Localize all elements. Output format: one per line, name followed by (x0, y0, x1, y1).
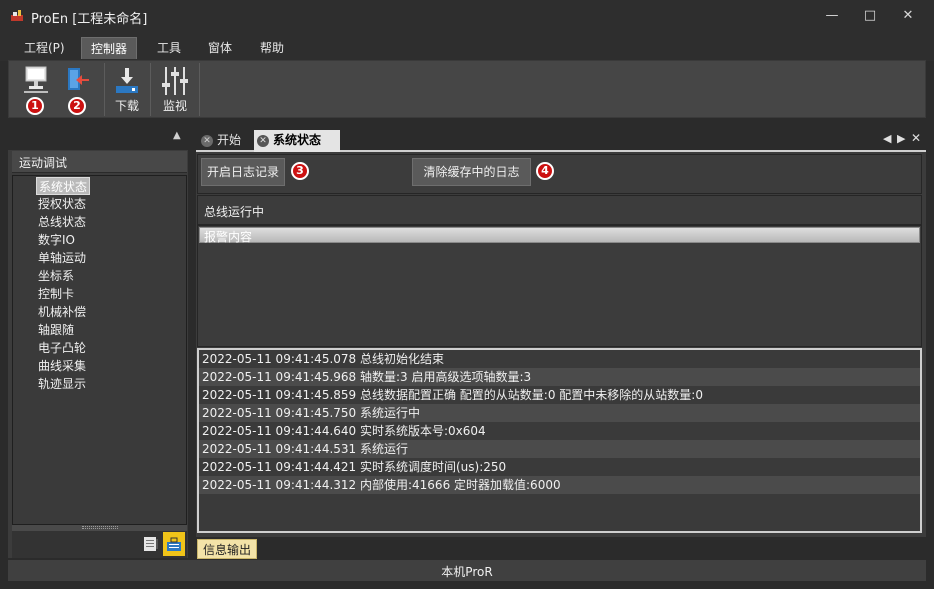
close-icon[interactable]: ✕ (257, 134, 269, 147)
tool-box-icon (167, 537, 181, 551)
log-row[interactable]: 2022-05-11 09:41:45.750 系统运行中 (199, 404, 920, 422)
alarm-column-title: 报警内容 (204, 230, 253, 244)
tree-item-digital-io[interactable]: 数字IO (38, 231, 75, 249)
tree-item-control-card[interactable]: 控制卡 (38, 285, 74, 303)
bus-status-text: 总线运行中 (204, 205, 265, 219)
tree-item-trajectory-display[interactable]: 轨迹显示 (38, 375, 86, 393)
tab-start-label: 开始 (217, 133, 242, 147)
tab-scroll-left-icon[interactable]: ◀ (883, 132, 891, 145)
tree-item-bus-status[interactable]: 总线状态 (38, 213, 86, 231)
alarm-list (197, 225, 922, 347)
start-log-button[interactable]: 开启日志记录 (201, 158, 285, 186)
tree-item-single-axis[interactable]: 单轴运动 (38, 249, 86, 267)
menu-bar (0, 32, 934, 61)
app-logo-icon (11, 10, 23, 21)
download-icon (116, 68, 138, 93)
tree-item-coordinate-system[interactable]: 坐标系 (38, 267, 74, 285)
ribbon-separator (150, 63, 151, 116)
document-view-icon[interactable] (143, 536, 159, 552)
badge-2: 2 (68, 97, 86, 115)
menu-window[interactable]: 窗体 (199, 37, 241, 59)
log-row[interactable]: 2022-05-11 09:41:44.531 系统运行 (199, 440, 920, 458)
download-label: 下载 (114, 99, 139, 113)
close-icon[interactable]: ✕ (899, 8, 917, 24)
log-row[interactable]: 2022-05-11 09:41:45.968 轴数量:3 启用高级选项轴数量:… (199, 368, 920, 386)
tree-item-license-status[interactable]: 授权状态 (38, 195, 86, 213)
active-view-toggle[interactable] (163, 532, 185, 556)
clear-log-button[interactable]: 清除缓存中的日志 (412, 158, 531, 186)
splitter-grip (82, 526, 118, 529)
close-icon[interactable]: ✕ (201, 134, 213, 147)
tab-start[interactable]: ✕ 开始 (198, 130, 252, 152)
close-all-tabs-icon[interactable]: ✕ (911, 131, 921, 145)
tab-info-output[interactable]: 信息输出 (197, 539, 258, 559)
menu-controller[interactable]: 控制器 (81, 37, 138, 59)
pin-icon[interactable]: ▲ (173, 130, 181, 141)
monitor-sliders-icon (162, 67, 188, 95)
tab-system-status[interactable]: ✕ 系统状态 (254, 130, 340, 152)
download-button[interactable]: 下载 (106, 63, 148, 117)
tree-item-electronic-cam[interactable]: 电子凸轮 (38, 339, 86, 357)
log-row[interactable]: 2022-05-11 09:41:45.859 总线数据配置正确 配置的从站数量… (199, 386, 920, 404)
minimize-icon[interactable]: — (823, 8, 841, 24)
ribbon-separator (104, 63, 105, 116)
tree-item-curve-capture[interactable]: 曲线采集 (38, 357, 86, 375)
badge-4: 4 (536, 162, 554, 180)
log-row[interactable]: 2022-05-11 09:41:44.421 实时系统调度时间(us):250 (199, 458, 920, 476)
status-bar-text: 本机ProR (441, 565, 493, 579)
ribbon-separator (199, 63, 200, 116)
tree-item-system-status[interactable]: 系统状态 (36, 177, 91, 195)
left-panel-title: 运动调试 (19, 156, 68, 170)
monitor-label: 监视 (162, 99, 187, 113)
menu-project[interactable]: 工程(P) (15, 37, 74, 59)
bus-status-row (197, 195, 922, 225)
log-row[interactable]: 2022-05-11 09:41:44.640 实时系统版本号:0x604 (199, 422, 920, 440)
badge-3: 3 (291, 162, 309, 180)
window-title: ProEn [工程未命名] (31, 12, 148, 27)
maximize-icon[interactable]: □ (861, 8, 879, 24)
left-panel-footer (12, 531, 187, 558)
log-row[interactable]: 2022-05-11 09:41:45.078 总线初始化结束 (199, 350, 920, 368)
connect-computer-icon (24, 66, 48, 93)
tree-item-mechanical-compensation[interactable]: 机械补偿 (38, 303, 86, 321)
menu-tools[interactable]: 工具 (148, 37, 190, 59)
disconnect-exit-icon (68, 68, 89, 90)
badge-1: 1 (26, 97, 44, 115)
tab-system-status-label: 系统状态 (273, 133, 322, 147)
output-tab-bar (196, 537, 926, 559)
menu-help[interactable]: 帮助 (251, 37, 293, 59)
monitor-button[interactable]: 监视 (152, 63, 198, 117)
tab-scroll-right-icon[interactable]: ▶ (897, 132, 905, 145)
tree-item-axis-follow[interactable]: 轴跟随 (38, 321, 74, 339)
left-panel-header (8, 126, 188, 150)
log-row[interactable]: 2022-05-11 09:41:44.312 内部使用:41666 定时器加载… (199, 476, 920, 494)
alarm-list-header (199, 227, 920, 243)
